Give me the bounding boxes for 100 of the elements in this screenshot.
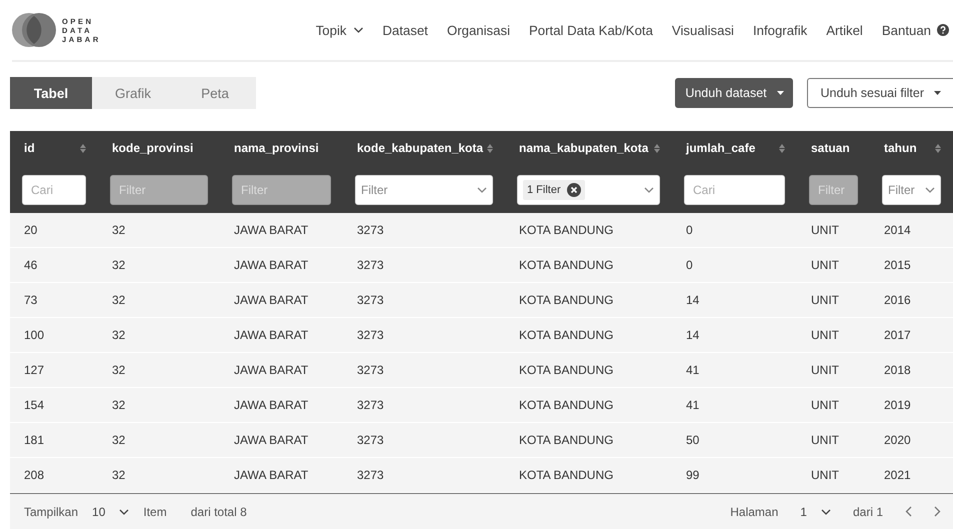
table-cell-text: 2018 (883, 363, 911, 377)
table-cell-text: 2021 (883, 468, 911, 482)
table-cell-text: 100 (23, 328, 44, 342)
table-cell-text: JAWA BARAT (233, 223, 308, 237)
table-cell-text: 50 (685, 433, 700, 447)
nav-link[interactable]: Dataset (382, 22, 428, 38)
nav-link[interactable]: Infografik (752, 22, 808, 38)
table-cell-text: 32 (111, 468, 126, 482)
table-cell-text: 208 (23, 468, 44, 482)
table-cell-text: 3273 (356, 328, 384, 342)
column-header[interactable]: satuan (797, 131, 870, 165)
table-cell-text: KOTA BANDUNG (518, 363, 614, 377)
nav-link[interactable]: Topik (316, 22, 364, 38)
table-cell-text: 2014 (883, 223, 911, 237)
table-cell-text: 3273 (356, 293, 384, 307)
column-header[interactable]: nama_provinsi (220, 131, 343, 165)
caret-icon (776, 91, 784, 95)
table-cell-text: KOTA BANDUNG (518, 328, 614, 342)
table-cell-text: 32 (111, 433, 126, 447)
column-header[interactable]: id (10, 131, 98, 165)
table-cell-text: 2017 (883, 328, 911, 342)
page-size-select[interactable]: 10 (92, 504, 130, 518)
table-cell-text: 32 (111, 398, 126, 412)
table-cell-text: UNIT (810, 363, 839, 377)
table-cell-text: JAWA BARAT (233, 363, 308, 377)
table-cell-text: UNIT (810, 223, 839, 237)
filter-dropdown[interactable]: 1 Filter (517, 175, 660, 205)
nav-link[interactable]: Artikel (826, 22, 863, 38)
logo-icon (12, 13, 56, 47)
table-cell-text: 3273 (356, 433, 384, 447)
table-cell-text: JAWA BARAT (233, 398, 308, 412)
chevron-down-icon (477, 187, 487, 193)
page-select[interactable]: 1 (800, 504, 831, 518)
nav-link[interactable]: Organisasi (446, 22, 510, 38)
page-total: dari 1 (852, 504, 883, 518)
table-cell-text: 32 (111, 258, 126, 272)
caret-icon (934, 91, 941, 95)
table-cell-text: 154 (23, 398, 44, 412)
table-cell-text: 41 (685, 363, 700, 377)
total-label: dari total 8 (190, 504, 247, 518)
item-label: Item (143, 504, 167, 518)
table-cell-text: 32 (111, 293, 126, 307)
chevron-down-icon (820, 508, 831, 514)
filter-dropdown[interactable]: Filter (882, 175, 941, 205)
sort-icon[interactable] (935, 144, 941, 152)
search-field[interactable]: Cari (684, 175, 785, 205)
nav-link[interactable]: Portal Data Kab/Kota (529, 22, 653, 38)
clear-icon[interactable] (566, 183, 581, 197)
table-cell-text: 99 (685, 468, 700, 482)
column-header[interactable]: jumlah_cafe (672, 131, 797, 165)
table-cell-text: 20 (23, 223, 38, 237)
table-cell-text: 3273 (356, 468, 384, 482)
table-cell-text: 2015 (883, 258, 911, 272)
view-tab[interactable]: Tabel (10, 77, 92, 109)
table-cell-text: 2019 (883, 398, 911, 412)
chevron-down-icon (644, 187, 654, 193)
column-header[interactable]: kode_provinsi (98, 131, 220, 165)
table-cell-text: UNIT (810, 398, 839, 412)
nav-link[interactable]: Bantuan (882, 22, 949, 38)
table-cell-text: 32 (111, 223, 126, 237)
table-cell-text: 3273 (356, 398, 384, 412)
show-label: Tampilkan (24, 504, 78, 518)
table-cell-text: 0 (685, 258, 693, 272)
sort-icon[interactable] (487, 144, 493, 152)
sort-icon[interactable] (779, 144, 785, 152)
table-cell-text: 73 (23, 293, 38, 307)
table-cell-text: 127 (23, 363, 44, 377)
help-icon (937, 24, 949, 36)
table-cell-text: 2020 (883, 433, 911, 447)
column-header[interactable]: kode_kabupaten_kota (343, 131, 505, 165)
table-cell-text: KOTA BANDUNG (518, 398, 614, 412)
sort-icon[interactable] (80, 144, 86, 152)
table-cell-text: 3273 (356, 258, 384, 272)
table-cell-text: KOTA BANDUNG (518, 258, 614, 272)
table-cell-text: JAWA BARAT (233, 328, 308, 342)
table-cell-text: 14 (685, 293, 700, 307)
page-label: Halaman (730, 504, 778, 518)
filter-dropdown[interactable]: Filter (355, 175, 493, 205)
table-cell-text: 181 (23, 433, 44, 447)
sort-icon[interactable] (654, 144, 660, 152)
filter-chip: 1 Filter (523, 180, 585, 200)
column-header[interactable]: tahun (870, 131, 953, 165)
previous-icon[interactable] (905, 506, 912, 517)
column-header[interactable]: nama_kabupaten_kota (505, 131, 672, 165)
table-cell-text: KOTA BANDUNG (518, 223, 614, 237)
table-cell-text: UNIT (810, 258, 839, 272)
table-cell-text: KOTA BANDUNG (518, 433, 614, 447)
search-field[interactable]: Cari (22, 175, 86, 205)
download-button[interactable]: Unduh dataset (675, 78, 794, 108)
table-cell-text: 32 (111, 328, 126, 342)
table-cell-text: JAWA BARAT (233, 468, 308, 482)
table-cell-text: 14 (685, 328, 700, 342)
table-cell-text: JAWA BARAT (233, 293, 308, 307)
chevron-down-icon (119, 508, 130, 514)
table-cell-text: 0 (685, 223, 693, 237)
table-cell-text: 41 (685, 398, 700, 412)
next-icon[interactable] (934, 506, 941, 517)
download-button[interactable]: Unduh sesuai filter (807, 78, 953, 108)
nav-link[interactable]: Visualisasi (672, 22, 734, 38)
chevron-down-icon (925, 187, 935, 193)
